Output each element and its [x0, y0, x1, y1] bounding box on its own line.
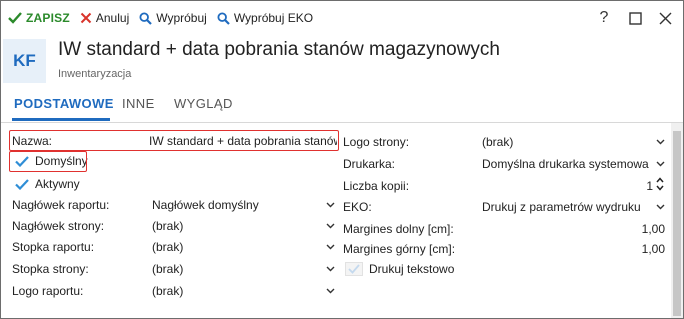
search-icon	[139, 11, 153, 25]
chevron-down-icon	[653, 204, 667, 210]
drukarka-label: Drukarka:	[343, 157, 396, 171]
help-icon: ?	[599, 9, 609, 26]
page-subtitle: Inwentaryzacja	[58, 68, 132, 80]
naglowek-strony-value: (brak)	[152, 218, 184, 233]
tab-wyglad[interactable]: WYGLĄD	[174, 96, 233, 111]
form-badge: KF	[3, 39, 46, 83]
domyslny-label: Domyślny	[35, 154, 88, 168]
liczba-kopii-stepper[interactable]	[656, 177, 664, 191]
stopka-strony-value: (brak)	[152, 261, 184, 276]
logo-strony-select[interactable]: (brak)	[479, 132, 667, 151]
checkmark-icon	[345, 262, 363, 276]
active-tab-indicator	[12, 118, 110, 121]
try-eko-label: Wypróbuj EKO	[233, 11, 314, 25]
eko-select[interactable]: Drukuj z parametrów wydruku	[479, 197, 667, 216]
chevron-down-icon	[653, 139, 667, 145]
logo-raportu-value: (brak)	[152, 283, 184, 298]
naglowek-raportu-select[interactable]: Nagłówek domyślny	[149, 195, 337, 214]
eko-value: Drukuj z parametrów wydruku	[482, 199, 641, 214]
scrollbar-thumb[interactable]	[673, 131, 681, 316]
eko-label: EKO:	[343, 200, 372, 214]
save-label: ZAPISZ	[26, 11, 70, 25]
nazwa-field[interactable]: IW standard + data pobrania stanów m	[149, 131, 337, 150]
tab-inne[interactable]: INNE	[122, 96, 155, 111]
liczba-kopii-label: Liczba kopii:	[343, 179, 410, 193]
close-icon	[659, 12, 671, 24]
page-title: IW standard + data pobrania stanów magaz…	[58, 39, 501, 60]
help-button[interactable]: ?	[591, 5, 617, 31]
chevron-down-icon[interactable]	[656, 185, 664, 191]
logo-strony-value: (brak)	[482, 134, 514, 149]
close-icon	[80, 12, 92, 24]
stopka-raportu-select[interactable]: (brak)	[149, 237, 337, 256]
cancel-label: Anuluj	[95, 11, 130, 25]
naglowek-strony-label: Nagłówek strony:	[12, 219, 105, 233]
margines-dolny-input[interactable]: 1,00	[479, 219, 665, 238]
vertical-scrollbar[interactable]	[671, 123, 683, 318]
stopka-strony-select[interactable]: (brak)	[149, 259, 337, 278]
stopka-strony-label: Stopka strony:	[12, 262, 89, 276]
logo-raportu-label: Logo raportu:	[12, 284, 84, 298]
try-label: Wypróbuj	[156, 11, 207, 25]
margines-dolny-label: Margines dolny [cm]:	[343, 222, 454, 236]
chevron-down-icon	[323, 223, 337, 229]
tab-podstawowe[interactable]: PODSTAWOWE	[14, 96, 114, 111]
checkmark-icon	[8, 12, 22, 24]
checkmark-icon	[15, 178, 29, 190]
chevron-down-icon	[323, 202, 337, 208]
margines-gorny-label: Margines górny [cm]:	[343, 242, 456, 256]
cancel-button[interactable]: Anuluj	[75, 5, 134, 31]
save-button[interactable]: ZAPISZ	[3, 5, 75, 31]
chevron-down-icon	[323, 266, 337, 272]
header: KF IW standard + data pobrania stanów ma…	[1, 35, 683, 88]
maximize-icon	[628, 11, 642, 25]
nazwa-label: Nazwa:	[12, 134, 53, 148]
try-button[interactable]: Wypróbuj	[134, 5, 212, 31]
stopka-raportu-value: (brak)	[152, 239, 184, 254]
aktywny-checkbox[interactable]: Aktywny	[15, 177, 80, 191]
chevron-down-icon	[323, 244, 337, 250]
chevron-down-icon	[653, 161, 667, 167]
chevron-up-icon[interactable]	[656, 177, 664, 183]
domyslny-checkbox[interactable]: Domyślny	[15, 154, 88, 168]
logo-strony-label: Logo strony:	[343, 135, 410, 149]
checkmark-icon	[15, 155, 29, 167]
dialog-window: ZAPISZ Anuluj Wypróbuj Wypróbuj EKO ? KF…	[0, 0, 684, 319]
chevron-down-icon	[323, 288, 337, 294]
naglowek-raportu-value: Nagłówek domyślny	[152, 197, 259, 212]
margines-gorny-input[interactable]: 1,00	[479, 239, 665, 258]
toolbar: ZAPISZ Anuluj Wypróbuj Wypróbuj EKO ?	[1, 1, 683, 35]
close-window-button[interactable]	[652, 5, 678, 31]
drukarka-select[interactable]: Domyślna drukarka systemowa	[479, 154, 667, 173]
search-icon	[217, 11, 230, 25]
naglowek-strony-select[interactable]: (brak)	[149, 216, 337, 235]
drukarka-value: Domyślna drukarka systemowa	[482, 156, 649, 171]
tab-bar: PODSTAWOWE INNE WYGLĄD	[1, 90, 683, 123]
nazwa-value: IW standard + data pobrania stanów m	[149, 133, 337, 148]
try-eko-button[interactable]: Wypróbuj EKO	[212, 5, 318, 31]
aktywny-label: Aktywny	[35, 177, 80, 191]
liczba-kopii-input[interactable]: 1	[479, 176, 653, 195]
drukuj-tekstowo-checkbox[interactable]: Drukuj tekstowo	[345, 262, 454, 276]
margines-dolny-value: 1,00	[641, 221, 665, 236]
naglowek-raportu-label: Nagłówek raportu:	[12, 198, 110, 212]
liczba-kopii-value: 1	[646, 178, 653, 193]
maximize-button[interactable]	[622, 5, 648, 31]
logo-raportu-select[interactable]: (brak)	[149, 281, 337, 300]
margines-gorny-value: 1,00	[641, 241, 665, 256]
stopka-raportu-label: Stopka raportu:	[12, 240, 95, 254]
drukuj-tekstowo-label: Drukuj tekstowo	[369, 262, 455, 276]
